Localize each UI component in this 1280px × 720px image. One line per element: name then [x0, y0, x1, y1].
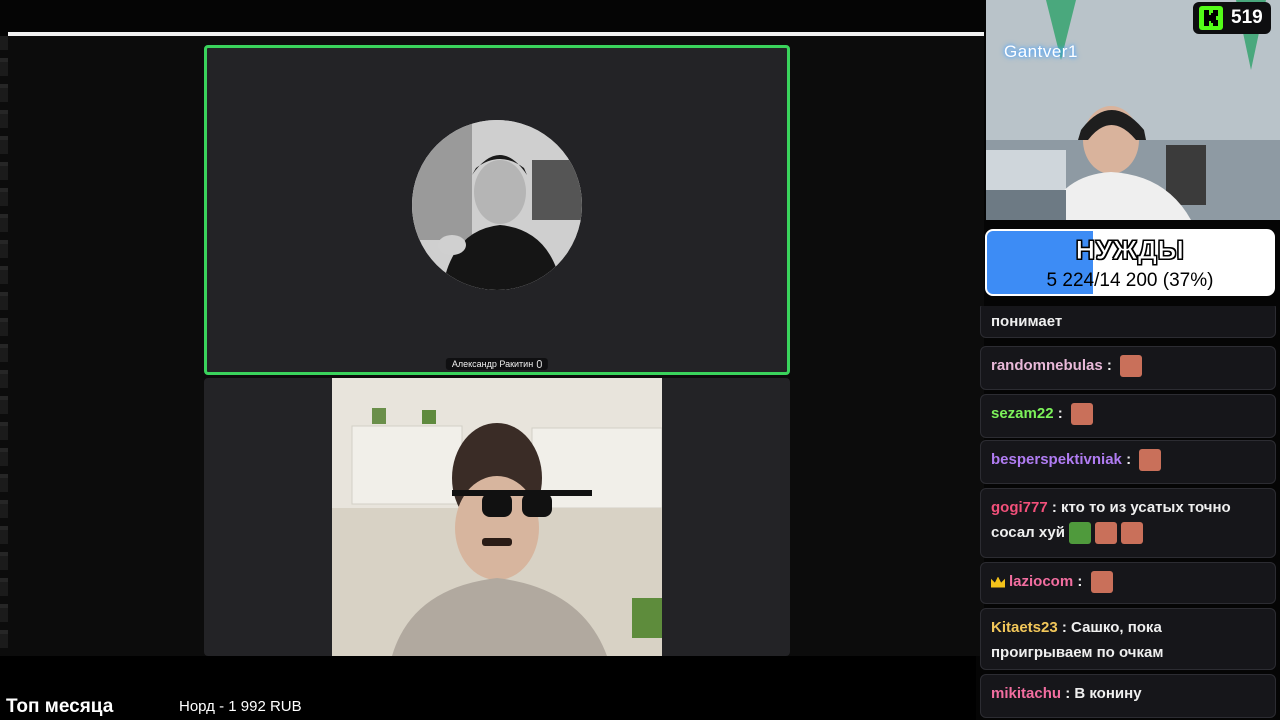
chat-message: gogi777 : кто то из усатых точно сосал х… — [980, 488, 1276, 558]
chat-separator: : — [1053, 405, 1067, 422]
camera-image — [332, 378, 662, 656]
top-month-label: Топ месяца — [6, 696, 114, 717]
chat-message: laziocom : — [980, 562, 1276, 604]
chat-panel: понимает randomnebulas : sezam22 : besper… — [978, 306, 1278, 720]
emote-face-icon — [1139, 449, 1162, 472]
participant-name-tag: Александр Ракитин — [445, 358, 549, 370]
top-divider-line — [8, 32, 984, 36]
chat-username[interactable]: laziocom — [1009, 573, 1073, 590]
participant-name: Александр Ракитин — [451, 359, 534, 369]
chat-separator: : — [1073, 573, 1087, 590]
avatar-photo — [412, 120, 582, 290]
bottom-bar — [0, 656, 976, 720]
chat-username[interactable]: Kitaets23 — [991, 619, 1058, 636]
goal-title: НУЖДЫ — [1075, 235, 1185, 266]
chat-separator: : — [1121, 451, 1136, 468]
chat-message: понимает — [980, 306, 1276, 338]
chat-username[interactable]: sezam22 — [991, 405, 1054, 422]
viewer-count-badge: 519 — [1193, 2, 1271, 34]
participant-camera-feed — [332, 378, 662, 656]
chat-message: Kitaets23 : Сашко, пока проигрываем по о… — [980, 608, 1276, 670]
chat-separator: : — [1102, 357, 1117, 374]
chat-separator: : — [1057, 619, 1072, 636]
top-donor: Норд - 1 992 RUB — [179, 698, 302, 715]
viewer-count: 519 — [1231, 7, 1263, 28]
chat-username[interactable]: mikitachu — [991, 685, 1061, 702]
goal-amount: 5 224/14 200 (37%) — [1046, 270, 1214, 291]
emote-face-icon — [1120, 522, 1143, 545]
chat-username[interactable]: gogi777 — [991, 499, 1048, 516]
emote-face-icon — [1090, 571, 1113, 594]
chat-message: sezam22 : — [980, 394, 1276, 438]
emote-face-icon — [1120, 355, 1143, 378]
chat-separator: : — [1047, 499, 1062, 516]
participant-tile-active[interactable]: Александр Ракитин — [204, 45, 790, 375]
participant-tile[interactable] — [204, 378, 790, 656]
microphone-icon — [537, 360, 543, 368]
chat-text: понимает — [991, 313, 1063, 330]
emote-face-icon — [1070, 403, 1093, 426]
chat-username[interactable]: randomnebulas — [991, 357, 1103, 374]
chat-message: mikitachu : В конину — [980, 674, 1276, 718]
crown-icon — [991, 576, 1005, 588]
participant-avatar — [412, 120, 582, 290]
pepe-emote-icon — [1068, 522, 1091, 545]
chat-text: В конину — [1074, 685, 1142, 702]
chat-message: besperspektivniak : — [980, 440, 1276, 484]
kick-logo-icon — [1199, 6, 1223, 30]
chat-separator: : — [1061, 685, 1075, 702]
chat-message: randomnebulas : — [980, 346, 1276, 390]
donation-goal: НУЖДЫ 5 224/14 200 (37%) — [985, 229, 1275, 296]
streamer-name-label: Gantver1 — [1004, 42, 1078, 61]
emote-face-icon — [1094, 522, 1117, 545]
left-panel-strip — [0, 36, 8, 656]
chat-username[interactable]: besperspektivniak — [991, 451, 1122, 468]
